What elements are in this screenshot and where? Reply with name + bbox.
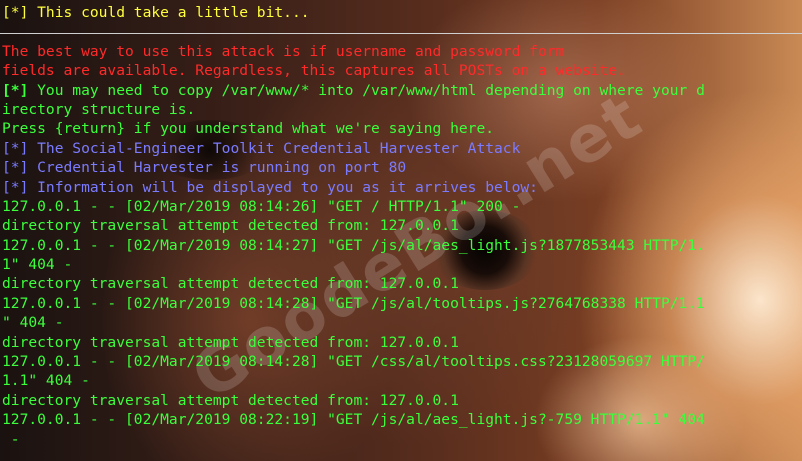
terminal-line-prefix: [*] — [2, 81, 29, 99]
terminal-line: [*] Credential Harvester is running on p… — [2, 159, 407, 177]
terminal-line: 127.0.0.1 - - [02/Mar/2019 08:14:28] "GE… — [2, 294, 705, 312]
terminal-line: 1.1" 404 - — [2, 372, 90, 390]
terminal-line: The best way to use this attack is if us… — [2, 42, 565, 60]
terminal-line: [*] Information will be displayed to you… — [2, 178, 538, 196]
terminal-line: Press {return} if you understand what we… — [2, 120, 495, 138]
terminal-line: 127.0.0.1 - - [02/Mar/2019 08:14:28] "GE… — [2, 353, 705, 371]
terminal-line-text: You may need to copy /var/www/* into /va… — [28, 81, 705, 99]
terminal-line: directory traversal attempt detected fro… — [2, 333, 459, 351]
terminal-line: directory traversal attempt detected fro… — [2, 275, 459, 293]
terminal-line: 127.0.0.1 - - [02/Mar/2019 08:14:26] "GE… — [2, 197, 521, 215]
terminal-output[interactable]: [*] This could take a little bit... The … — [0, 0, 802, 461]
terminal-line: 1" 404 - — [2, 256, 73, 274]
terminal-line: [*] The Social-Engineer Toolkit Credenti… — [2, 139, 521, 157]
terminal-line: irectory structure is. — [2, 100, 196, 118]
terminal-line: " 404 - — [2, 314, 64, 332]
terminal-line: [*] This could take a little bit... — [2, 4, 310, 21]
terminal-line: - — [2, 430, 20, 448]
terminal-line: 127.0.0.1 - - [02/Mar/2019 08:22:19] "GE… — [2, 411, 705, 429]
terminal-line: directory traversal attempt detected fro… — [2, 391, 459, 409]
terminal-line: fields are available. Regardless, this c… — [2, 62, 626, 80]
terminal-line: 127.0.0.1 - - [02/Mar/2019 08:14:27] "GE… — [2, 236, 705, 254]
terminal-line: directory traversal attempt detected fro… — [2, 217, 459, 235]
terminal-line: [*] You may need to copy /var/www/* into… — [2, 81, 802, 100]
